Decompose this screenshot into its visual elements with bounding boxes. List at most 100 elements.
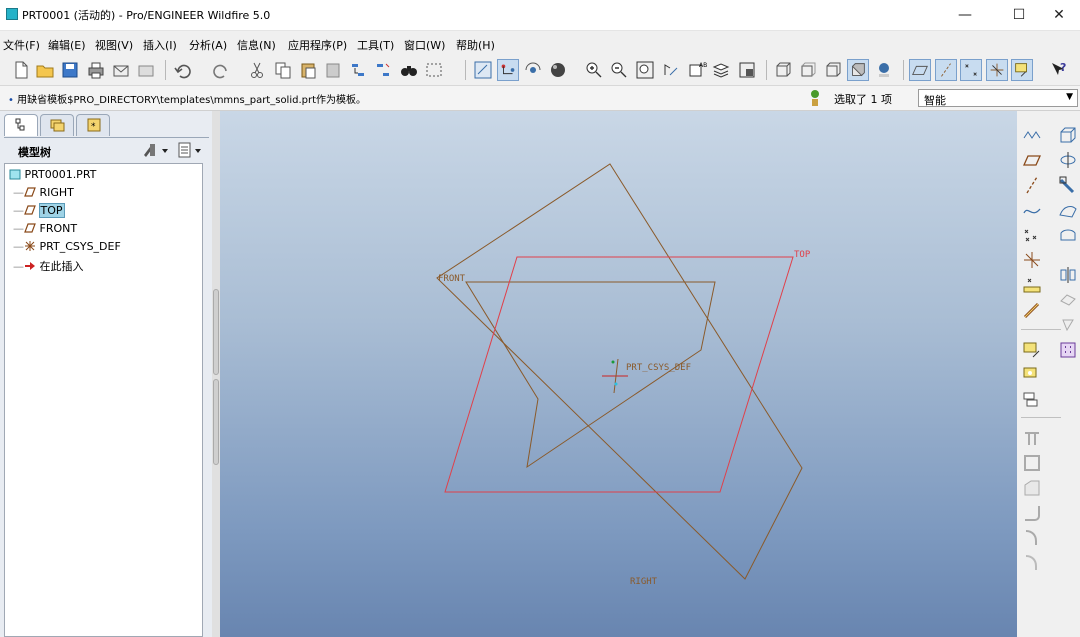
csys-glyph[interactable]	[602, 358, 628, 394]
menu-tools[interactable]: 工具(T)	[357, 37, 394, 53]
redo-icon[interactable]	[210, 59, 232, 81]
toolbar-separator	[165, 60, 166, 80]
annotation-display-icon[interactable]	[1011, 59, 1033, 81]
appearance-icon[interactable]	[873, 59, 895, 81]
tree-item-label: PRT_CSYS_DEF	[39, 240, 121, 253]
minimize-button[interactable]: —	[942, 0, 988, 30]
open-folder-icon[interactable]	[34, 59, 56, 81]
tree-item-insert-here[interactable]: — 在此插入	[13, 258, 84, 274]
tab-model-tree[interactable]	[4, 114, 38, 136]
splitter-handle[interactable]	[213, 289, 219, 375]
shell-tool-icon[interactable]	[1021, 452, 1043, 474]
sweep-tool-icon[interactable]	[1057, 174, 1079, 196]
feature-operation-icon[interactable]	[1021, 364, 1043, 386]
front-datum-plane[interactable]	[465, 281, 716, 469]
datum-points-display-icon[interactable]	[960, 59, 982, 81]
chamfer-tool-icon[interactable]	[1021, 527, 1043, 549]
spin-center-icon[interactable]	[522, 59, 544, 81]
datum-point-tool-icon[interactable]	[1021, 224, 1043, 246]
view-manager-icon[interactable]	[736, 59, 758, 81]
trim-tool-icon[interactable]	[1057, 314, 1079, 336]
analysis-feature-icon[interactable]	[1021, 274, 1043, 296]
new-file-icon[interactable]	[10, 59, 32, 81]
datum-plane-tool-icon[interactable]	[1021, 149, 1043, 171]
menu-applications[interactable]: 应用程序(P)	[288, 37, 347, 53]
sketch-tool-icon[interactable]	[1021, 299, 1043, 321]
extrude-tool-icon[interactable]	[1057, 124, 1079, 146]
cut-icon[interactable]	[246, 59, 268, 81]
paste-icon[interactable]	[297, 59, 319, 81]
boundary-blend-icon[interactable]	[1057, 224, 1079, 246]
tree-item-csys[interactable]: — PRT_CSYS_DEF	[13, 240, 121, 256]
layers-icon[interactable]	[710, 59, 732, 81]
merge-tool-icon[interactable]	[1057, 289, 1079, 311]
csys-display-icon[interactable]	[986, 59, 1008, 81]
toolbar-separator	[465, 60, 466, 80]
tree-item-part[interactable]: PRT0001.PRT	[9, 168, 96, 184]
reorient-icon[interactable]	[660, 59, 682, 81]
context-help-icon[interactable]: ?	[1048, 59, 1070, 81]
mirror-tool-icon[interactable]	[1057, 264, 1079, 286]
selection-box-icon[interactable]	[423, 59, 445, 81]
round-tool-icon[interactable]	[1021, 502, 1043, 524]
maximize-button[interactable]: ☐	[996, 0, 1042, 30]
save-icon[interactable]	[59, 59, 81, 81]
layer-feature-icon[interactable]	[1021, 389, 1043, 411]
menu-analysis[interactable]: 分析(A)	[189, 37, 227, 53]
regenerate-icon[interactable]	[347, 59, 369, 81]
menu-window[interactable]: 窗口(W)	[404, 37, 445, 53]
revolve-tool-icon[interactable]	[1057, 149, 1079, 171]
paste-special-icon[interactable]	[322, 59, 344, 81]
close-button[interactable]: ✕	[1038, 0, 1080, 30]
send-mail-icon[interactable]	[110, 59, 132, 81]
menu-help[interactable]: 帮助(H)	[456, 37, 495, 53]
datum-planes-display-icon[interactable]	[909, 59, 931, 81]
zoom-out-icon[interactable]	[608, 59, 630, 81]
menu-edit[interactable]: 编辑(E)	[48, 37, 86, 53]
zoom-in-icon[interactable]	[583, 59, 605, 81]
tree-item-right[interactable]: — RIGHT	[13, 186, 74, 202]
datum-axis-tool-icon[interactable]	[1021, 174, 1043, 196]
annotation-feature-icon[interactable]	[1021, 339, 1043, 361]
tree-settings-icon[interactable]	[140, 141, 170, 159]
tab-folder-browser[interactable]	[40, 114, 74, 136]
datum-axes-display-icon[interactable]	[935, 59, 957, 81]
print-icon[interactable]	[85, 59, 107, 81]
saved-views-icon[interactable]: AB	[686, 59, 708, 81]
menu-file[interactable]: 文件(F)	[3, 37, 40, 53]
copy-icon[interactable]	[272, 59, 294, 81]
right-datum-plane[interactable]	[436, 163, 803, 580]
panel-splitter[interactable]	[212, 111, 220, 637]
menu-info[interactable]: 信息(N)	[237, 37, 276, 53]
datum-curve-tool-icon[interactable]	[1021, 199, 1043, 221]
menu-insert[interactable]: 插入(I)	[143, 37, 177, 53]
send-link-icon[interactable]	[135, 59, 157, 81]
find-binoculars-icon[interactable]	[398, 59, 420, 81]
tree-item-front[interactable]: — FRONT	[13, 222, 77, 238]
refit-icon[interactable]	[634, 59, 656, 81]
hidden-line-icon[interactable]	[797, 59, 819, 81]
tab-favorites[interactable]: *	[76, 114, 110, 136]
rib-tool-icon[interactable]	[1021, 427, 1043, 449]
undo-icon[interactable]	[172, 59, 194, 81]
shading-icon[interactable]	[847, 59, 869, 81]
graphics-viewport[interactable]: FRONT TOP RIGHT PRT_CSYS_DEF	[220, 111, 1017, 637]
no-hidden-icon[interactable]	[822, 59, 844, 81]
pattern-tool-icon[interactable]	[1057, 339, 1079, 361]
csys-tool-icon[interactable]	[1021, 249, 1043, 271]
selection-filter-dropdown[interactable]: 智能 ▼	[918, 89, 1078, 107]
tree-item-top[interactable]: — TOP	[13, 203, 65, 220]
top-datum-plane[interactable]	[444, 256, 794, 493]
datum-curve-sketch-icon[interactable]	[1021, 124, 1043, 146]
regen-manager-icon[interactable]	[372, 59, 394, 81]
tree-columns-icon[interactable]	[176, 141, 206, 159]
orient-mode-icon[interactable]	[497, 59, 519, 81]
menu-view[interactable]: 视图(V)	[95, 37, 133, 53]
wireframe-icon[interactable]	[772, 59, 794, 81]
draft-tool-icon[interactable]	[1021, 477, 1043, 499]
hole-tool-icon[interactable]	[1021, 552, 1043, 574]
repaint-icon[interactable]	[472, 59, 494, 81]
splitter-handle[interactable]	[213, 379, 219, 465]
blend-tool-icon[interactable]	[1057, 199, 1079, 221]
shade-sphere-icon[interactable]	[547, 59, 569, 81]
